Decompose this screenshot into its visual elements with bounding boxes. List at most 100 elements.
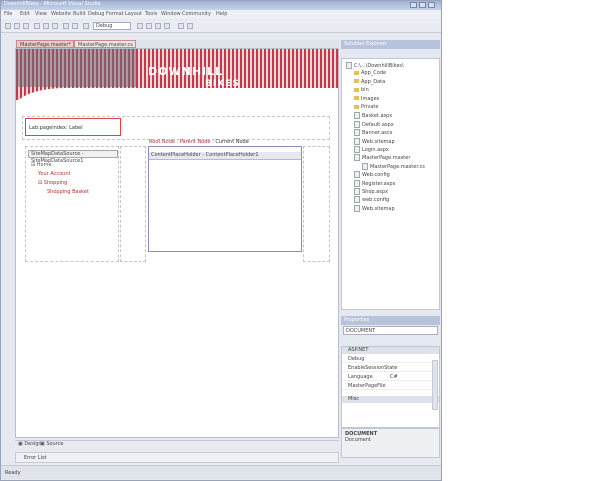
solution-item-label: Web.sitemap — [362, 138, 395, 145]
banner-curve — [16, 88, 338, 118]
solution-item[interactable]: Register.aspx — [354, 179, 396, 187]
menu-view[interactable]: View — [35, 11, 47, 17]
menu-edit[interactable]: Edit — [20, 11, 30, 17]
menu-format[interactable]: Format — [106, 11, 124, 17]
description-text: Document — [345, 437, 371, 443]
solution-item[interactable]: bin — [354, 87, 369, 93]
menu-website[interactable]: Website — [51, 11, 71, 17]
sitemap-datasource[interactable]: SiteMapDataSource - SiteMapDataSource1 — [28, 150, 118, 164]
paste-icon[interactable] — [52, 23, 58, 29]
solution-item[interactable]: Images — [354, 96, 379, 102]
menu-layout[interactable]: Layout — [125, 11, 142, 17]
solution-item[interactable]: Banner.ascx — [354, 129, 392, 137]
solution-item[interactable]: MasterPage.master.cs — [362, 162, 425, 170]
sitemap-path[interactable]: Root Node : Parent Node : Current Node — [149, 139, 249, 145]
redo-icon[interactable] — [72, 23, 78, 29]
minimize-button[interactable] — [410, 2, 417, 8]
file-icon — [354, 129, 360, 137]
content-placeholder[interactable] — [148, 146, 302, 252]
file-icon — [354, 154, 360, 162]
property-row[interactable]: EnableSessionState — [342, 364, 439, 372]
properties-toolbar — [341, 337, 440, 346]
solution-item-label: App_Data — [361, 78, 386, 85]
file-icon — [354, 120, 360, 128]
properties-category[interactable]: ASP.NET — [342, 347, 439, 354]
folder-icon — [354, 104, 359, 109]
file-icon — [354, 188, 360, 195]
solution-item[interactable]: Web.sitemap — [354, 204, 395, 212]
solution-item-label: MasterPage.master — [362, 155, 411, 162]
error-list-tab[interactable]: Error List — [15, 452, 339, 463]
folder-icon — [354, 96, 359, 101]
tree-node-your-account[interactable]: Your Account — [38, 171, 70, 177]
solution-item-label: Default.aspx — [362, 121, 394, 128]
property-name: Language — [348, 374, 373, 380]
property-name: MasterPageFile — [348, 383, 386, 389]
solution-item[interactable]: C:\...\DownhillBikes\ — [346, 62, 404, 69]
copy-icon[interactable] — [43, 23, 49, 29]
page-index-label[interactable]: Lab:pageindex: Label — [25, 118, 121, 136]
solution-item-label: C:\...\DownhillBikes\ — [354, 63, 404, 69]
file-icon — [354, 171, 360, 179]
properties-scrollbar[interactable] — [432, 360, 438, 410]
undo-icon[interactable] — [63, 23, 69, 29]
banner-title: DOWNHILL — [148, 65, 224, 78]
menu-help[interactable]: Help — [216, 11, 227, 17]
solution-item[interactable]: Default.aspx — [354, 120, 394, 128]
maximize-button[interactable] — [419, 2, 426, 8]
start-debug-icon[interactable] — [83, 23, 89, 29]
open-icon[interactable] — [14, 23, 20, 29]
menu-tools[interactable]: Tools — [145, 11, 157, 17]
cut-icon[interactable] — [34, 23, 40, 29]
tree-node-home[interactable]: ⊟ Home — [31, 162, 52, 168]
file-icon — [346, 62, 352, 69]
solution-item[interactable]: Web.sitemap — [354, 137, 395, 145]
solution-item-label: Images — [361, 95, 380, 102]
property-row[interactable]: Language C# — [342, 373, 439, 381]
toolbox-icon[interactable] — [155, 23, 161, 29]
property-value: C# — [390, 374, 398, 380]
close-button[interactable] — [428, 2, 435, 8]
new-file-icon[interactable] — [5, 23, 11, 29]
tree-node-shopping[interactable]: ⊟ Shopping — [38, 180, 67, 186]
menu-file[interactable]: File — [4, 11, 12, 17]
tab-design[interactable]: ▣ Design — [18, 441, 42, 447]
menu-community[interactable]: Community — [182, 11, 211, 17]
solution-explorer-icon[interactable] — [164, 23, 170, 29]
properties-object-combo[interactable]: DOCUMENT — [343, 326, 438, 335]
solution-item[interactable]: Web.config — [354, 171, 390, 179]
italic-icon[interactable] — [187, 23, 193, 29]
menu-build[interactable]: Build — [73, 11, 86, 17]
tab-masterpage-cs[interactable]: MasterPage.master.cs — [74, 40, 136, 48]
solution-item[interactable]: Basket.aspx — [354, 112, 393, 120]
solution-item[interactable]: Private — [354, 104, 378, 110]
properties-icon[interactable] — [146, 23, 152, 29]
save-icon[interactable] — [23, 23, 29, 29]
solution-item[interactable]: Login.aspx — [354, 146, 389, 153]
sitemappath-current: Current Node — [215, 139, 249, 145]
tab-source[interactable]: ▣ Source — [40, 441, 64, 447]
bold-icon[interactable] — [178, 23, 184, 29]
view-tabs — [15, 440, 339, 449]
sitemappath-parent: Parent Node — [179, 139, 211, 145]
tree-node-shopping-basket[interactable]: Shopping Basket — [47, 189, 89, 195]
solution-item[interactable]: App_Code — [354, 70, 386, 76]
menu-window[interactable]: Window — [161, 11, 181, 17]
solution-item[interactable]: App_Data — [354, 79, 385, 85]
property-row[interactable]: Debug — [342, 355, 439, 363]
solution-item[interactable]: MasterPage.master — [354, 154, 411, 162]
file-icon — [354, 137, 360, 145]
solution-item-label: Login.aspx — [362, 147, 389, 153]
property-name: EnableSessionState — [348, 365, 398, 371]
config-combo[interactable]: Debug — [93, 22, 131, 30]
solution-item-label: Basket.aspx — [362, 113, 393, 120]
tab-masterpage[interactable]: MasterPage.master* — [16, 40, 74, 48]
solution-item[interactable]: web.config — [354, 196, 389, 204]
property-row[interactable]: MasterPageFile — [342, 382, 439, 390]
properties-category-misc[interactable]: Misc — [342, 396, 439, 403]
menu-debug[interactable]: Debug — [88, 11, 104, 17]
find-icon[interactable] — [137, 23, 143, 29]
solution-item[interactable]: Shop.aspx — [354, 188, 388, 195]
folder-icon — [354, 79, 359, 84]
solution-item-label: Register.aspx — [362, 180, 396, 187]
